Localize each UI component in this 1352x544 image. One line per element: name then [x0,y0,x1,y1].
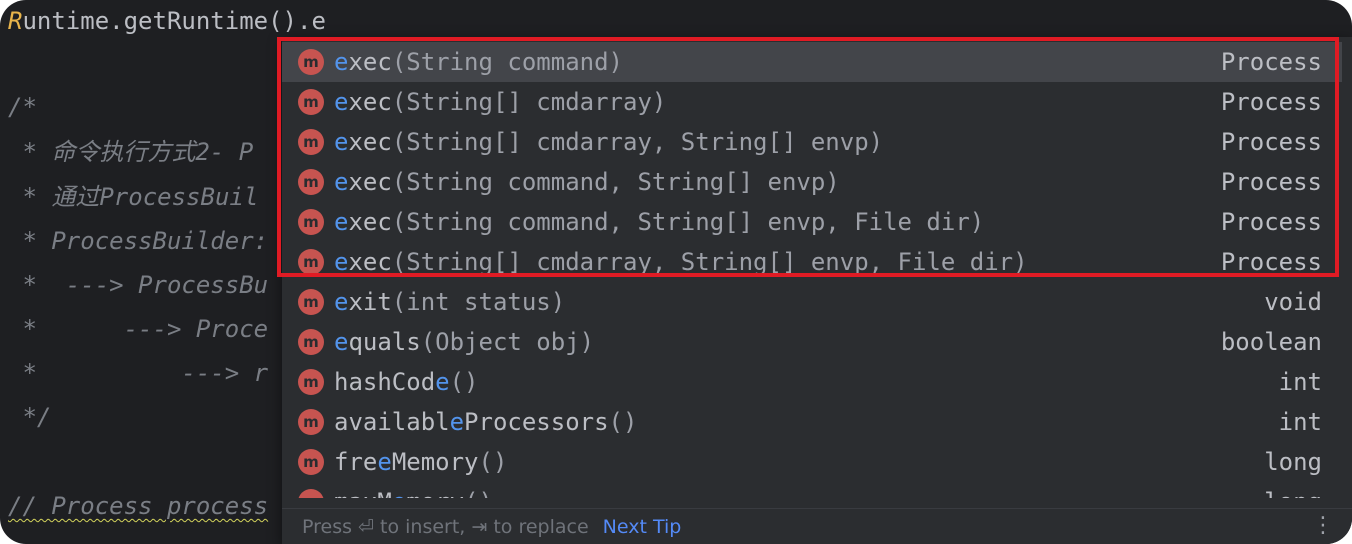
completion-item-name: exec [334,248,392,276]
completion-item[interactable]: m availableProcessors() int [282,402,1342,442]
method-icon: m [298,209,324,235]
completion-item-params: () [478,448,508,476]
completion-item-name: availableProcessors [334,408,609,436]
more-options-icon[interactable]: ⋮ [1312,513,1334,539]
completion-item-return-type: Process [1220,48,1322,76]
completion-item-name: exec [334,208,392,236]
comment-line-warning: // Process process [8,492,269,520]
next-tip-link[interactable]: Next Tip [603,516,682,538]
completion-item-name: maxMemory [334,488,464,498]
completion-item-return-type: int [1278,368,1322,396]
method-icon: m [298,89,324,115]
completion-item-params: () [464,488,493,498]
completion-item-return-type: Process [1220,168,1322,196]
completion-item-params: (String[] cmdarray, String[] envp) [391,128,884,156]
comment-line: * ---> r [8,359,269,387]
completion-item[interactable]: m equals (Object obj) boolean [282,322,1342,362]
code-token-r: R [8,7,23,35]
method-icon: m [298,169,324,195]
method-icon: m [298,369,324,395]
completion-footer: Press ⏎ to insert, ⇥ to replace Next Tip… [282,508,1352,544]
completion-item[interactable]: m exec (String command) Process [282,42,1342,82]
completion-item-params: (String[] cmdarray) [391,88,667,116]
comment-line: /* [8,93,37,121]
comment-line: * ---> ProcessBu [8,271,269,299]
completion-item-name: exit [334,288,392,316]
insert-hint: Press ⏎ to insert, ⇥ to replace [302,516,589,538]
completion-item-return-type: long [1264,488,1322,498]
completion-item[interactable]: m exec (String[] cmdarray, String[] envp, … [282,242,1342,282]
method-icon: m [298,329,324,355]
completion-item-name: equals [334,328,421,356]
completion-item-name: exec [334,88,392,116]
completion-item[interactable]: m freeMemory() long [282,442,1342,482]
completion-item[interactable]: m maxMemory() long [282,482,1342,498]
method-icon: m [298,409,324,435]
method-icon: m [298,489,324,498]
completion-item[interactable]: m exec (String command, String[] envp) Proc… [282,162,1342,202]
completion-item-params: (int status) [391,288,566,316]
code-token-rest: untime.getRuntime().e [22,7,326,35]
completion-item-params: () [449,368,479,396]
completion-item-return-type: Process [1220,248,1322,276]
completion-item-return-type: boolean [1220,328,1322,356]
completion-item-name: exec [334,48,392,76]
completion-item-params: (String command) [391,48,623,76]
code-line-current[interactable]: Runtime.getRuntime().e [8,6,326,36]
completion-item[interactable]: m hashCode() int [282,362,1342,402]
method-icon: m [298,49,324,75]
method-icon: m [298,129,324,155]
comment-line: * 通过ProcessBuil [8,183,259,211]
completion-list[interactable]: m exec (String command) Process m exec (String… [282,42,1342,498]
comment-line: * ---> Proce [8,315,269,343]
completion-item-params: (String command, String[] envp) [391,168,840,196]
screenshot-frame: Runtime.getRuntime().e /* * 命令执行方式2- P *… [0,0,1352,544]
completion-item-return-type: Process [1220,208,1322,236]
completion-item[interactable]: m exec (String[] cmdarray, String[] envp) P… [282,122,1342,162]
completion-item-return-type: long [1264,448,1322,476]
completion-item-name: exec [334,128,392,156]
method-icon: m [298,449,324,475]
completion-item-params: () [608,408,638,436]
completion-item-params: (String[] cmdarray, String[] envp, File … [391,248,1028,276]
completion-item[interactable]: m exec (String command, String[] envp, Fil… [282,202,1342,242]
comment-line: * ProcessBuilder: [8,227,269,255]
completion-item-return-type: Process [1220,128,1322,156]
completion-item-params: (Object obj) [420,328,595,356]
completion-item[interactable]: m exit (int status) void [282,282,1342,322]
completion-item-name: freeMemory [334,448,479,476]
method-icon: m [298,249,324,275]
completion-item[interactable]: m exec (String[] cmdarray) Process [282,82,1342,122]
completion-item-name: exec [334,168,392,196]
completion-item-name: hashCode [334,368,450,396]
completion-item-return-type: Process [1220,88,1322,116]
comment-line: * 命令执行方式2- P [8,138,254,166]
method-icon: m [298,289,324,315]
completion-item-params: (String command, String[] envp, File dir… [391,208,985,236]
completion-item-return-type: int [1278,408,1322,436]
completion-popup: m exec (String command) Process m exec (String… [282,37,1352,544]
completion-item-return-type: void [1264,288,1322,316]
comment-line: */ [8,403,52,431]
